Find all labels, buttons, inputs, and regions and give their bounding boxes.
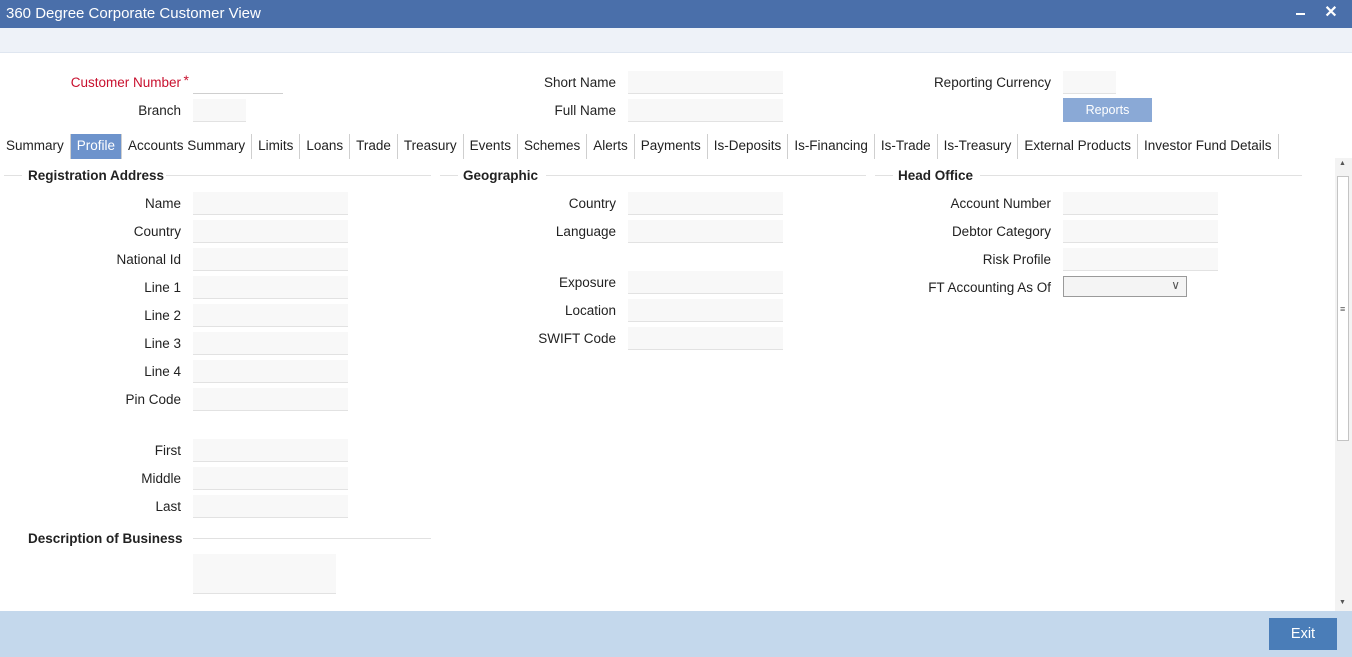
location-input[interactable]: [628, 299, 783, 322]
last-input[interactable]: [193, 495, 348, 518]
tab-loans[interactable]: Loans: [300, 134, 351, 159]
tab-is-treasury[interactable]: Is-Treasury: [938, 134, 1019, 159]
short-name-input[interactable]: [628, 71, 783, 94]
name-input[interactable]: [193, 192, 348, 215]
pin-code-input[interactable]: [193, 388, 348, 411]
section-divider: [4, 175, 22, 176]
tab-trade[interactable]: Trade: [350, 134, 398, 159]
line1-label: Line 1: [144, 280, 181, 295]
tab-payments[interactable]: Payments: [635, 134, 708, 159]
tab-treasury[interactable]: Treasury: [398, 134, 464, 159]
customer-number-label: Customer Number *: [70, 72, 189, 90]
required-marker: *: [183, 72, 189, 88]
debtor-category-label: Debtor Category: [951, 224, 1051, 239]
tab-is-deposits[interactable]: Is-Deposits: [708, 134, 789, 159]
tab-bar: Summary Profile Accounts Summary Limits …: [0, 134, 1279, 159]
debtor-category-input[interactable]: [1063, 220, 1218, 243]
head-office-heading: Head Office: [898, 168, 974, 183]
tab-limits[interactable]: Limits: [252, 134, 301, 159]
exit-button[interactable]: Exit: [1269, 618, 1337, 650]
tab-is-trade[interactable]: Is-Trade: [875, 134, 938, 159]
country-input[interactable]: [193, 220, 348, 243]
line4-label: Line 4: [144, 364, 181, 379]
middle-label: Middle: [141, 471, 181, 486]
ft-accounting-select[interactable]: ∨: [1063, 276, 1187, 297]
language-input[interactable]: [628, 220, 783, 243]
line4-input[interactable]: [193, 360, 348, 383]
geo-country-label: Country: [568, 196, 616, 211]
window-titlebar: 360 Degree Corporate Customer View ✕: [0, 0, 1352, 28]
customer-number-label-text: Customer Number: [70, 75, 181, 90]
close-icon: ✕: [1324, 4, 1338, 21]
tab-summary[interactable]: Summary: [0, 134, 71, 159]
vertical-scrollbar[interactable]: ▲ ≡ ▼: [1335, 158, 1352, 611]
exposure-label: Exposure: [558, 275, 616, 290]
reporting-currency-input[interactable]: [1063, 71, 1116, 94]
pin-code-label: Pin Code: [125, 392, 181, 407]
tab-accounts-summary[interactable]: Accounts Summary: [122, 134, 253, 159]
country-label: Country: [133, 224, 181, 239]
tab-schemes[interactable]: Schemes: [518, 134, 588, 159]
section-divider: [166, 175, 431, 176]
geo-country-input[interactable]: [628, 192, 783, 215]
risk-profile-input[interactable]: [1063, 248, 1218, 271]
tab-profile[interactable]: Profile: [70, 134, 123, 159]
section-divider: [875, 175, 893, 176]
national-id-label: National Id: [116, 252, 181, 267]
customer-number-input[interactable]: [193, 71, 283, 94]
reporting-currency-label: Reporting Currency: [933, 75, 1051, 90]
last-label: Last: [155, 499, 181, 514]
risk-profile-label: Risk Profile: [982, 252, 1051, 267]
window-title: 360 Degree Corporate Customer View: [6, 5, 261, 22]
section-divider: [546, 175, 866, 176]
first-input[interactable]: [193, 439, 348, 462]
name-label: Name: [144, 196, 181, 211]
line3-label: Line 3: [144, 336, 181, 351]
tab-external-products[interactable]: External Products: [1018, 134, 1138, 159]
line1-input[interactable]: [193, 276, 348, 299]
line2-label: Line 2: [144, 308, 181, 323]
branch-label: Branch: [138, 103, 181, 118]
first-label: First: [154, 443, 181, 458]
full-name-label: Full Name: [554, 103, 616, 118]
national-id-input[interactable]: [193, 248, 348, 271]
section-divider: [980, 175, 1302, 176]
tab-alerts[interactable]: Alerts: [587, 134, 635, 159]
swift-code-input[interactable]: [628, 327, 783, 350]
scroll-down-icon[interactable]: ▼: [1339, 599, 1346, 606]
line2-input[interactable]: [193, 304, 348, 327]
scroll-up-icon[interactable]: ▲: [1339, 160, 1346, 167]
section-divider: [193, 538, 431, 539]
line3-input[interactable]: [193, 332, 348, 355]
account-number-input[interactable]: [1063, 192, 1218, 215]
location-label: Location: [564, 303, 616, 318]
toolbar-strip: [0, 28, 1352, 53]
account-number-label: Account Number: [950, 196, 1051, 211]
tab-investor-fund-details[interactable]: Investor Fund Details: [1138, 134, 1279, 159]
swift-code-label: SWIFT Code: [538, 331, 616, 346]
language-label: Language: [555, 224, 616, 239]
minimize-icon: [1296, 13, 1305, 15]
close-button[interactable]: ✕: [1321, 2, 1341, 24]
ft-accounting-label: FT Accounting As Of: [928, 280, 1051, 295]
registration-address-heading: Registration Address: [28, 168, 165, 183]
short-name-label: Short Name: [543, 75, 616, 90]
tab-events[interactable]: Events: [464, 134, 518, 159]
footer-bar: [0, 611, 1352, 657]
branch-input[interactable]: [193, 99, 246, 122]
geographic-heading: Geographic: [463, 168, 539, 183]
description-of-business-heading: Description of Business: [28, 531, 183, 546]
chevron-down-icon: ∨: [1171, 278, 1180, 292]
middle-input[interactable]: [193, 467, 348, 490]
tab-is-financing[interactable]: Is-Financing: [788, 134, 875, 159]
full-name-input[interactable]: [628, 99, 783, 122]
grip-icon: ≡: [1340, 304, 1346, 314]
section-divider: [440, 175, 458, 176]
minimize-button[interactable]: [1290, 2, 1310, 24]
reports-button[interactable]: Reports: [1063, 98, 1152, 122]
description-of-business-textarea[interactable]: [193, 554, 336, 594]
exposure-input[interactable]: [628, 271, 783, 294]
